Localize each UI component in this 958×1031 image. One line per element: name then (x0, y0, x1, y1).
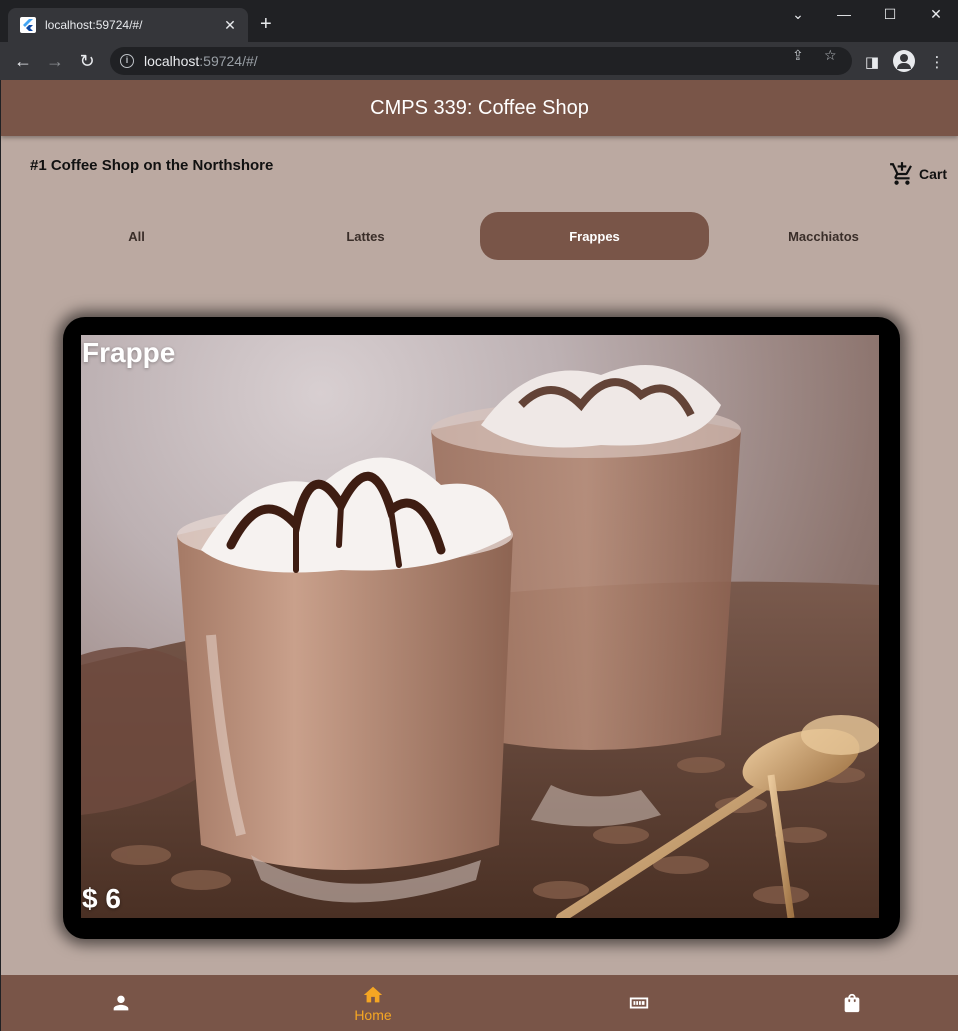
product-card[interactable]: Frappe $ 6 (63, 317, 900, 939)
nav-orders[interactable] (732, 975, 958, 1031)
tab-close-icon[interactable]: ✕ (222, 17, 238, 34)
back-icon[interactable]: ← (13, 51, 33, 71)
address-bar[interactable]: i localhost:59724/#/ (110, 47, 852, 75)
tab-all[interactable]: All (22, 212, 251, 260)
nav-tickets[interactable] (519, 975, 759, 1031)
bookmark-star-icon[interactable]: ☆ (824, 47, 837, 64)
browser-tab-bar: localhost:59724/#/ ✕ + ⌄ — ☐ ✕ (0, 0, 958, 42)
bottom-navigation: Home (1, 975, 958, 1031)
new-tab-button[interactable]: + (260, 14, 272, 34)
tab-frappes[interactable]: Frappes (480, 212, 709, 260)
tab-search-icon[interactable]: ⌄ (788, 6, 808, 23)
product-image: Frappe $ 6 (81, 335, 879, 918)
cart-label: Cart (919, 166, 948, 182)
nav-home-label: Home (354, 1006, 392, 1023)
product-price: $ 6 (82, 883, 121, 914)
browser-toolbar: ← → ↻ i localhost:59724/#/ ⇪ ☆ ◨ ⋮ (0, 42, 958, 80)
cart-button[interactable]: Cart (889, 161, 947, 187)
add-shopping-cart-icon (890, 162, 912, 185)
person-icon (113, 995, 129, 1011)
nav-home[interactable]: Home (253, 975, 493, 1031)
browser-tab[interactable]: localhost:59724/#/ ✕ (8, 8, 248, 42)
nav-account[interactable] (1, 975, 241, 1031)
product-name: Frappe (82, 337, 176, 368)
window-close-icon[interactable]: ✕ (926, 6, 946, 23)
flutter-favicon-icon (20, 17, 36, 33)
home-icon (363, 986, 383, 1002)
tab-title: localhost:59724/#/ (45, 18, 143, 32)
url-host: localhost (144, 53, 200, 69)
category-tabs: All Lattes Frappes Macchiatos (22, 212, 938, 260)
forward-icon[interactable]: → (45, 51, 65, 71)
coffee-shop-app: CMPS 339: Coffee Shop #1 Coffee Shop on … (1, 80, 958, 1031)
share-icon[interactable]: ⇪ (792, 47, 804, 64)
url-path: :59724/#/ (199, 53, 258, 69)
minimize-icon[interactable]: — (834, 6, 854, 22)
tab-macchiatos[interactable]: Macchiatos (709, 212, 938, 260)
app-bar: CMPS 339: Coffee Shop (1, 80, 958, 136)
browser-menu-icon[interactable]: ⋮ (928, 53, 946, 71)
ticket-icon (629, 997, 649, 1009)
app-title: CMPS 339: Coffee Shop (370, 96, 589, 119)
tab-lattes[interactable]: Lattes (251, 212, 480, 260)
site-info-icon[interactable]: i (120, 54, 134, 68)
maximize-icon[interactable]: ☐ (880, 6, 900, 23)
frappe-photo-illustration (81, 365, 879, 918)
reload-icon[interactable]: ↻ (77, 51, 97, 71)
tagline: #1 Coffee Shop on the Northshore (30, 157, 274, 174)
shopping-bag-icon (844, 993, 860, 1013)
profile-avatar-icon[interactable] (893, 50, 915, 72)
side-panel-icon[interactable]: ◨ (863, 53, 881, 71)
